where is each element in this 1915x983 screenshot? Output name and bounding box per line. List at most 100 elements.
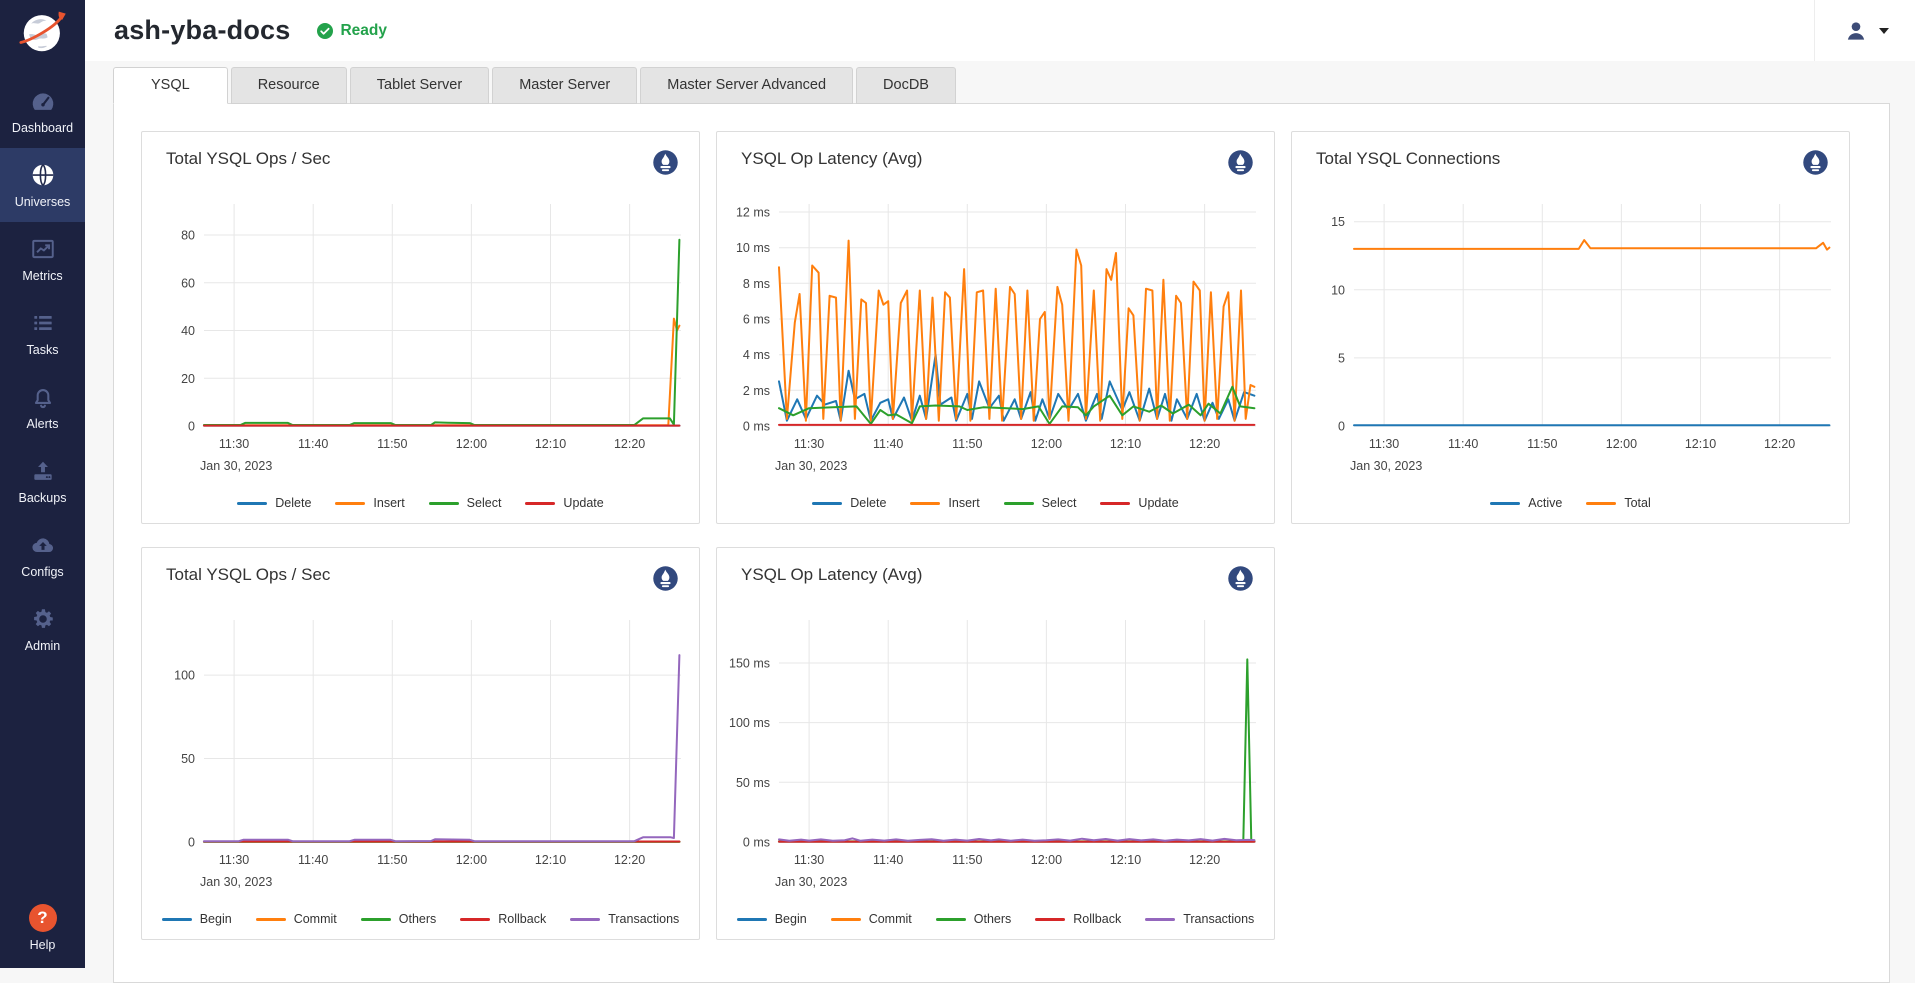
sidebar-item-configs[interactable]: Configs: [0, 518, 85, 592]
legend-item-begin[interactable]: Begin: [162, 912, 232, 926]
chart-panel-5: YSQL Op Latency (Avg)11:3011:4011:5012:0…: [716, 547, 1275, 940]
svg-text:12:00: 12:00: [456, 853, 487, 867]
sidebar-item-alerts[interactable]: Alerts: [0, 370, 85, 444]
chart-title: Total YSQL Connections: [1316, 149, 1500, 169]
yugabyte-logo-icon[interactable]: [15, 4, 71, 60]
sidebar-item-label: Alerts: [27, 417, 59, 431]
legend-swatch: [525, 502, 555, 505]
chart-title: Total YSQL Ops / Sec: [166, 565, 330, 585]
chart-plot-area: 11:3011:4011:5012:0012:1012:200 ms50 ms1…: [723, 608, 1274, 909]
metric-tabs: YSQLResourceTablet ServerMaster ServerMa…: [113, 67, 1915, 104]
chart-panel-head: YSQL Op Latency (Avg): [717, 548, 1274, 592]
svg-text:50 ms: 50 ms: [736, 776, 770, 790]
svg-text:0 ms: 0 ms: [743, 420, 770, 434]
prometheus-icon[interactable]: [652, 565, 679, 592]
universes-icon: [30, 162, 56, 188]
legend-item-commit[interactable]: Commit: [831, 912, 912, 926]
chart-plot-area: 11:3011:4011:5012:0012:1012:200 ms2 ms4 …: [723, 192, 1274, 493]
chevron-down-icon: [1879, 28, 1889, 34]
svg-text:0 ms: 0 ms: [743, 836, 770, 850]
legend-item-select[interactable]: Select: [1004, 496, 1077, 510]
chart-panel-1: Total YSQL Ops / Sec11:3011:4011:5012:00…: [141, 131, 700, 524]
svg-text:150 ms: 150 ms: [729, 657, 770, 671]
x-axis-date-label: Jan 30, 2023: [1350, 459, 1422, 473]
prometheus-icon[interactable]: [652, 149, 679, 176]
sidebar-item-admin[interactable]: Admin: [0, 592, 85, 666]
svg-text:6 ms: 6 ms: [743, 313, 770, 327]
svg-text:15: 15: [1331, 215, 1345, 229]
sidebar-item-label: Metrics: [22, 269, 62, 283]
legend-item-others[interactable]: Others: [936, 912, 1012, 926]
tab-docdb[interactable]: DocDB: [856, 67, 956, 104]
tab-ysql[interactable]: YSQL: [113, 67, 228, 104]
svg-text:0: 0: [188, 420, 195, 434]
legend-item-update[interactable]: Update: [1100, 496, 1178, 510]
legend-label: Select: [1042, 496, 1077, 510]
sidebar-item-backups[interactable]: Backups: [0, 444, 85, 518]
chart-plot[interactable]: 11:3011:4011:5012:0012:1012:20051015Jan …: [1298, 192, 1843, 488]
legend-item-commit[interactable]: Commit: [256, 912, 337, 926]
legend-swatch: [737, 918, 767, 921]
svg-text:12 ms: 12 ms: [736, 206, 770, 220]
sidebar-item-metrics[interactable]: Metrics: [0, 222, 85, 296]
svg-text:12:20: 12:20: [1764, 437, 1795, 451]
svg-text:0: 0: [1338, 420, 1345, 434]
legend-item-select[interactable]: Select: [429, 496, 502, 510]
legend-item-insert[interactable]: Insert: [335, 496, 404, 510]
legend-item-insert[interactable]: Insert: [910, 496, 979, 510]
tab-resource[interactable]: Resource: [231, 67, 347, 104]
svg-text:60: 60: [181, 276, 195, 290]
legend-item-others[interactable]: Others: [361, 912, 437, 926]
prometheus-icon[interactable]: [1227, 149, 1254, 176]
x-axis-date-label: Jan 30, 2023: [200, 875, 272, 889]
chart-plot[interactable]: 11:3011:4011:5012:0012:1012:20050100Jan …: [148, 608, 693, 904]
svg-text:11:40: 11:40: [873, 853, 903, 867]
x-axis-date-label: Jan 30, 2023: [775, 875, 847, 889]
sidebar-item-universes[interactable]: Universes: [0, 148, 85, 222]
legend-label: Others: [399, 912, 437, 926]
chart-panel-3: Total YSQL Connections11:3011:4011:5012:…: [1291, 131, 1850, 524]
admin-icon: [30, 606, 56, 632]
legend-item-rollback[interactable]: Rollback: [460, 912, 546, 926]
svg-text:100 ms: 100 ms: [729, 716, 770, 730]
chart-title: YSQL Op Latency (Avg): [741, 149, 922, 169]
prometheus-icon[interactable]: [1227, 565, 1254, 592]
legend-item-update[interactable]: Update: [525, 496, 603, 510]
status-label: Ready: [340, 22, 387, 40]
legend-item-delete[interactable]: Delete: [812, 496, 886, 510]
legend-item-total[interactable]: Total: [1586, 496, 1650, 510]
legend-item-transactions[interactable]: Transactions: [1145, 912, 1254, 926]
user-menu[interactable]: [1814, 0, 1915, 61]
legend-swatch: [1004, 502, 1034, 505]
tab-master-server[interactable]: Master Server: [492, 67, 637, 104]
legend-item-rollback[interactable]: Rollback: [1035, 912, 1121, 926]
prometheus-icon[interactable]: [1802, 149, 1829, 176]
legend-item-delete[interactable]: Delete: [237, 496, 311, 510]
legend-swatch: [162, 918, 192, 921]
chart-plot[interactable]: 11:3011:4011:5012:0012:1012:200 ms2 ms4 …: [723, 192, 1268, 488]
legend-swatch: [460, 918, 490, 921]
tab-master-server-advanced[interactable]: Master Server Advanced: [640, 67, 853, 104]
sidebar-item-help[interactable]: ? Help: [29, 904, 57, 952]
question-circle-icon: ?: [29, 904, 57, 932]
svg-text:11:30: 11:30: [219, 437, 249, 451]
svg-text:100: 100: [174, 669, 195, 683]
svg-text:12:00: 12:00: [1606, 437, 1637, 451]
svg-text:10 ms: 10 ms: [736, 241, 770, 255]
svg-text:11:40: 11:40: [298, 853, 328, 867]
legend-swatch: [256, 918, 286, 921]
sidebar-item-tasks[interactable]: Tasks: [0, 296, 85, 370]
legend-item-transactions[interactable]: Transactions: [570, 912, 679, 926]
legend-item-begin[interactable]: Begin: [737, 912, 807, 926]
legend-item-active[interactable]: Active: [1490, 496, 1562, 510]
svg-text:11:40: 11:40: [298, 437, 328, 451]
chart-plot[interactable]: 11:3011:4011:5012:0012:1012:20020406080J…: [148, 192, 693, 488]
legend-label: Rollback: [1073, 912, 1121, 926]
tab-tablet-server[interactable]: Tablet Server: [350, 67, 489, 104]
chart-plot[interactable]: 11:3011:4011:5012:0012:1012:200 ms50 ms1…: [723, 608, 1268, 904]
svg-text:80: 80: [181, 229, 195, 243]
chart-plot-area: 11:3011:4011:5012:0012:1012:20020406080J…: [148, 192, 699, 493]
legend-swatch: [1035, 918, 1065, 921]
main-content: YSQLResourceTablet ServerMaster ServerMa…: [85, 61, 1915, 968]
sidebar-item-dashboard[interactable]: Dashboard: [0, 74, 85, 148]
